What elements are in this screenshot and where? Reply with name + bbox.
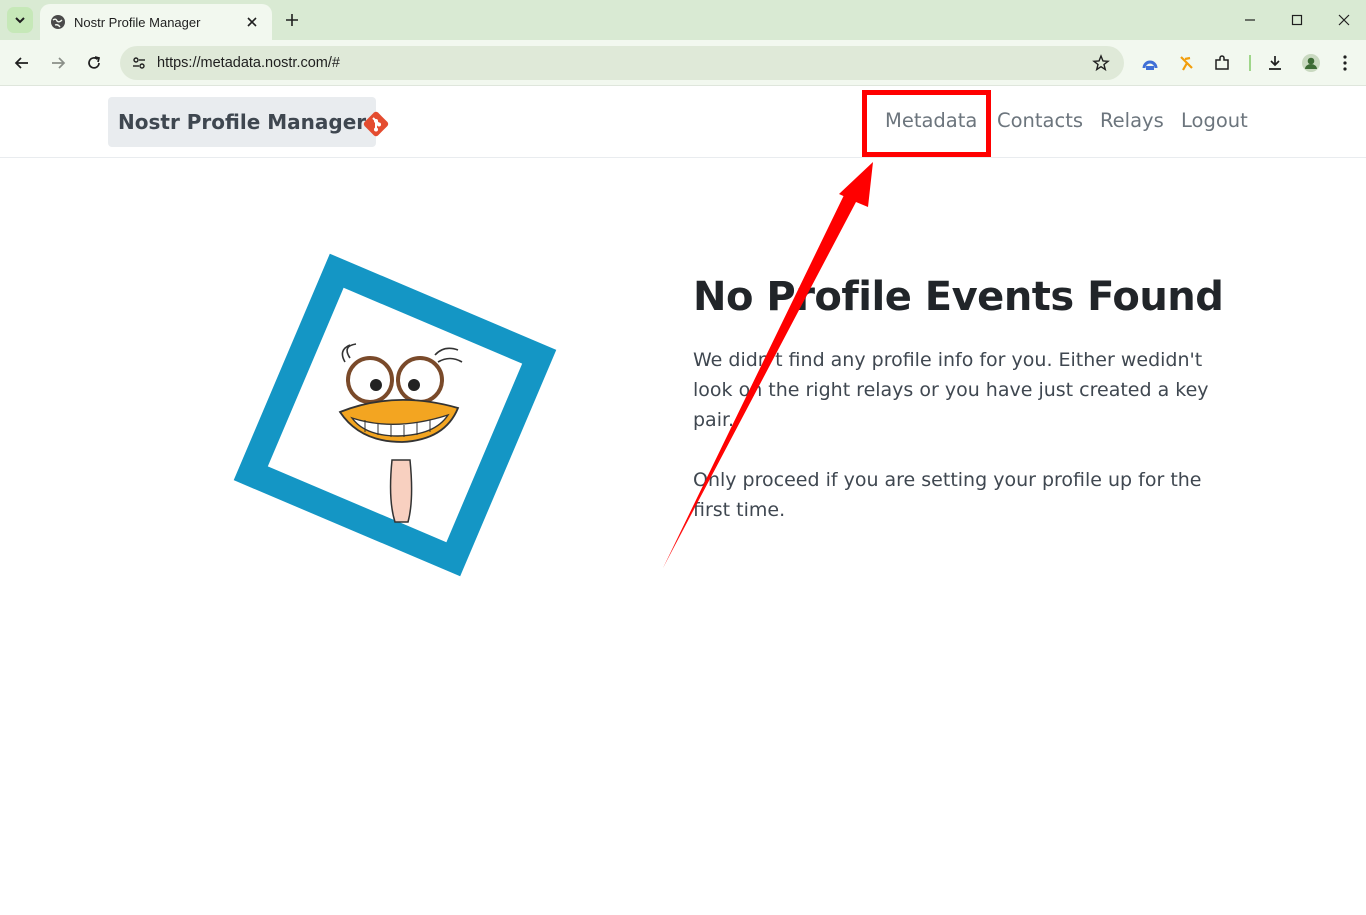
url-text[interactable]: https://metadata.nostr.com/# xyxy=(157,55,1088,71)
browser-tab-bar: Nostr Profile Manager xyxy=(0,0,1366,40)
nav-link-contacts[interactable]: Contacts xyxy=(997,109,1083,132)
browser-tab[interactable]: Nostr Profile Manager xyxy=(40,4,272,40)
brand-link[interactable]: Nostr Profile Manager xyxy=(108,97,377,147)
tab-search-icon[interactable] xyxy=(7,7,33,33)
git-logo-icon[interactable] xyxy=(362,110,390,138)
minimize-icon[interactable] xyxy=(1232,6,1268,34)
toolbar-separator xyxy=(1249,55,1251,71)
hero-paragraph-1: We didn't find any profile info for you.… xyxy=(693,349,1209,431)
browser-toolbar: https://metadata.nostr.com/# xyxy=(0,40,1366,86)
hero-paragraph-2: Only proceed if you are setting your pro… xyxy=(693,469,1202,521)
extension-icon[interactable] xyxy=(1173,50,1199,76)
site-info-icon[interactable] xyxy=(128,52,150,74)
maximize-icon[interactable] xyxy=(1279,6,1315,34)
download-icon[interactable] xyxy=(1262,50,1288,76)
profile-icon[interactable] xyxy=(1298,50,1324,76)
close-window-icon[interactable] xyxy=(1326,6,1362,34)
site-navbar: Nostr Profile Manager Metadata Contacts … xyxy=(0,87,1366,158)
menu-icon[interactable] xyxy=(1332,50,1358,76)
extension-icon[interactable] xyxy=(1209,50,1235,76)
plus-icon[interactable] xyxy=(280,8,304,32)
nav-link-logout[interactable]: Logout xyxy=(1181,109,1248,132)
nav-link-relays[interactable]: Relays xyxy=(1100,109,1164,132)
star-icon[interactable] xyxy=(1088,50,1114,76)
page-heading: No Profile Events Found xyxy=(693,274,1224,320)
close-icon[interactable] xyxy=(242,12,262,32)
reload-icon[interactable] xyxy=(80,49,108,77)
address-bar[interactable]: https://metadata.nostr.com/# xyxy=(120,46,1124,80)
annotation-highlight-box xyxy=(862,90,991,157)
forward-icon[interactable] xyxy=(44,49,72,77)
back-icon[interactable] xyxy=(8,49,36,77)
tab-title: Nostr Profile Manager xyxy=(74,14,201,30)
profile-illustration xyxy=(233,253,557,577)
globe-icon xyxy=(51,15,65,29)
extension-icon[interactable] xyxy=(1137,50,1163,76)
